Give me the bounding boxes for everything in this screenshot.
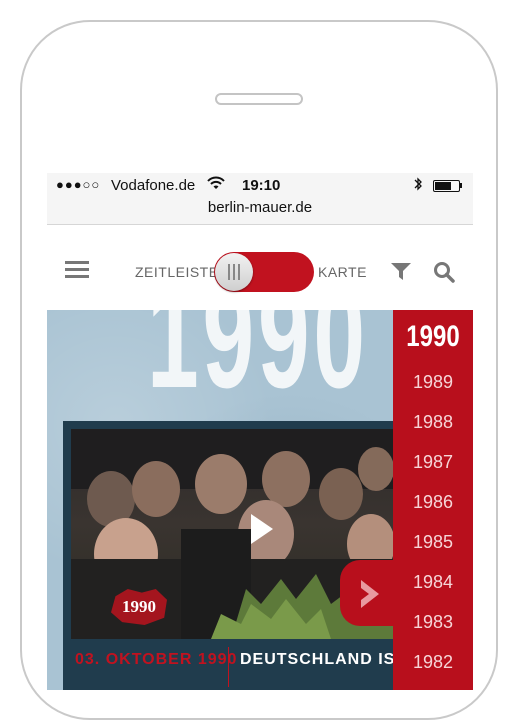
menu-icon[interactable]	[65, 261, 89, 279]
screen: ●●●○○ Vodafone.de 19:10 berlin-mauer.de …	[47, 173, 473, 690]
year-item-1983[interactable]: 1983	[393, 602, 473, 642]
toggle-label-timeline[interactable]: ZEITLEISTE	[135, 264, 219, 280]
site-header: ZEITLEISTE KARTE	[47, 225, 473, 310]
current-year[interactable]: 1990	[401, 320, 465, 354]
toggle-label-map[interactable]: KARTE	[318, 264, 367, 280]
year-item-1986[interactable]: 1986	[393, 482, 473, 522]
year-timeline-nav: 1990 1989 1988 1987 1986 1985 1984 1983 1982	[393, 310, 473, 690]
bluetooth-icon	[413, 176, 423, 196]
year-item-1984[interactable]: 1984	[393, 562, 473, 602]
next-year-button[interactable]	[340, 560, 400, 626]
year-item-1982[interactable]: 1982	[393, 642, 473, 682]
year-list: 1989 1988 1987 1986 1985 1984 1983 1982	[393, 362, 473, 682]
address-bar[interactable]: berlin-mauer.de	[47, 199, 473, 225]
year-item-1987[interactable]: 1987	[393, 442, 473, 482]
battery-level	[435, 182, 452, 190]
toggle-knob[interactable]	[215, 253, 253, 291]
event-card[interactable]: 1990 03. OKTOBER 1990 DEUTSCHLAND IST WI…	[63, 421, 473, 690]
play-icon[interactable]	[251, 514, 273, 544]
year-item-1989[interactable]: 1989	[393, 362, 473, 402]
url-text[interactable]: berlin-mauer.de	[208, 199, 312, 216]
year-item-1988[interactable]: 1988	[393, 402, 473, 442]
view-toggle[interactable]	[214, 252, 314, 292]
search-icon[interactable]	[433, 261, 455, 288]
wifi-icon	[207, 175, 225, 195]
phone-speaker	[215, 93, 303, 105]
timeline-content: 1990 1990 03. OKTOBER 1990 DEUTSCHLAND I…	[47, 310, 473, 690]
status-bar: ●●●○○ Vodafone.de 19:10	[47, 173, 473, 199]
hero-year: 1990	[147, 310, 369, 419]
caption-divider	[228, 647, 229, 687]
status-time: 19:10	[242, 177, 281, 194]
event-date: 03. OKTOBER 1990	[75, 651, 238, 668]
battery-icon	[433, 180, 460, 192]
filter-icon[interactable]	[391, 261, 411, 286]
year-badge: 1990	[111, 589, 167, 625]
carrier-name: Vodafone.de	[111, 177, 196, 194]
signal-indicator: ●●●○○	[56, 177, 101, 192]
year-item-1985[interactable]: 1985	[393, 522, 473, 562]
chevron-right-icon	[361, 580, 379, 608]
battery-tip	[460, 183, 462, 188]
